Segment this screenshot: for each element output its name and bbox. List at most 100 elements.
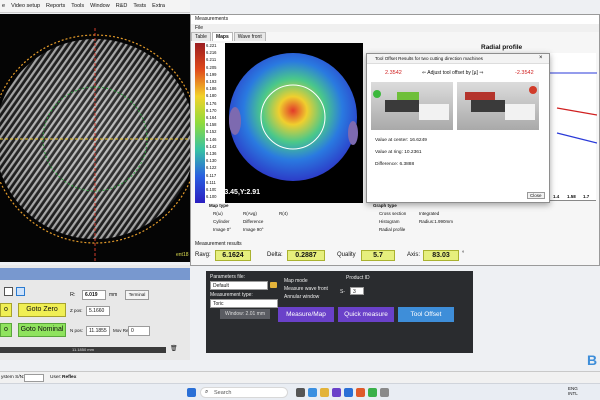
position-slider[interactable]: 11.1850 mm [0, 347, 166, 353]
measurement-type-select[interactable]: Toric [210, 299, 278, 308]
tab-maps[interactable]: Maps [211, 32, 233, 41]
camera-view[interactable] [0, 14, 190, 262]
n-pos-field[interactable]: 11.1855 [86, 326, 110, 336]
folder-icon[interactable] [270, 282, 277, 288]
graph-type-group: Graph type Cross section Histogram Radia… [373, 203, 458, 239]
office-icon[interactable] [356, 388, 365, 397]
mov-rel-field[interactable]: 0 [128, 326, 150, 336]
color-scale-label: 6.142 [206, 143, 217, 149]
menu-item-tools[interactable]: Tools [71, 3, 84, 9]
color-scale-label: 6.117 [206, 172, 217, 178]
graph-type-label: Graph type [373, 203, 397, 208]
tab-table[interactable]: Table [191, 32, 211, 41]
color-scale-label: 6.146 [206, 136, 217, 142]
color-scale-label: 6.158 [206, 122, 217, 128]
menu-item-tests[interactable]: Tests [133, 3, 146, 9]
radio-histogram[interactable]: Histogram [379, 219, 400, 224]
panel-header [0, 268, 190, 280]
terminal-button[interactable]: Terminal [125, 290, 149, 300]
measure-map-button[interactable]: Measure/Map [278, 307, 334, 322]
tab-wave-front[interactable]: Wave front [233, 32, 266, 41]
system-sn-field[interactable] [24, 374, 44, 382]
status-bar: ystem S/N: User: Reflex [0, 371, 600, 383]
measure-wave-front-checkbox[interactable]: Measure wave front [284, 286, 328, 292]
color-scale-label: 6.136 [206, 151, 217, 156]
radio-cross-section[interactable]: Cross section [379, 211, 406, 216]
radio-image-0[interactable]: Image 0° [213, 227, 231, 232]
radio-difference[interactable]: Difference [243, 219, 263, 224]
color-scale-label: 6.170 [206, 107, 217, 113]
radial-tick-3: 1.7 [583, 194, 590, 199]
task-view-icon[interactable] [296, 388, 305, 397]
window-label: Window: 2.01 mm [220, 309, 270, 319]
color-scale-label: 6.122 [206, 165, 217, 171]
shield-icon[interactable] [4, 287, 13, 296]
r-value-field[interactable]: 6.019 [82, 290, 106, 300]
color-scale-labels: 6.221 6.216 6.211 6.205 6.199 6.193 6.186 6.180… [195, 43, 225, 203]
menu-item-window[interactable]: Window [90, 3, 110, 9]
quick-measure-button[interactable]: Quick measure [338, 307, 394, 322]
menu-item-file[interactable]: e [2, 3, 5, 9]
language-indicator[interactable]: ENG INTL [568, 386, 578, 396]
z-pos-field[interactable]: 5.1660 [86, 306, 110, 316]
radio-r-omega[interactable]: R(ω) [213, 211, 223, 216]
color-scale-label: 6.199 [206, 71, 217, 77]
radial-tick-1: 1.4 [553, 194, 560, 199]
radio-cylinder[interactable]: Cylinder [213, 219, 230, 224]
search-box[interactable]: ⌕ Search [200, 387, 288, 398]
params-file-label: Parameters file: [210, 274, 246, 280]
close-icon[interactable]: × [539, 55, 543, 61]
file-menu[interactable]: File [191, 24, 599, 32]
app-window: e Video setup Reports Tools Window R&D T… [0, 0, 600, 383]
ravg-label: Ravg: [195, 252, 211, 258]
start-icon[interactable] [187, 388, 196, 397]
right-machine-image [457, 82, 539, 130]
radius-label: Radius:1.990mm [419, 219, 454, 224]
params-file-select[interactable]: Default [210, 281, 268, 290]
store-icon[interactable] [344, 388, 353, 397]
product-id-field[interactable]: 3 [350, 287, 364, 295]
measurement-results: Measurement results Ravg: 6.1624 Delta: … [195, 241, 595, 263]
measurement-type-label: Measurement type: [210, 292, 253, 298]
taskbar: ⌕ Search ENG INTL [0, 383, 600, 400]
trash-icon[interactable]: 🗑 [170, 346, 178, 353]
map-type-label: Map type [209, 203, 229, 208]
left-offset-value: 2.3542 [385, 70, 402, 76]
tool-offset-button[interactable]: Tool Offset [398, 307, 454, 322]
search-icon: ⌕ [205, 389, 209, 395]
color-scale-label: 6.111 [206, 179, 216, 185]
close-button[interactable]: Close [527, 192, 545, 199]
radio-r-4[interactable]: R(4) [279, 211, 288, 216]
color-scale-label: 6.216 [206, 50, 217, 56]
teams-icon[interactable] [368, 388, 377, 397]
ravg-value: 6.1624 [215, 250, 251, 261]
map-coordinates: X:-3.45,Y:2.91 [215, 189, 261, 196]
explorer-icon[interactable] [320, 388, 329, 397]
annular-window-checkbox[interactable]: Annular window [284, 294, 319, 300]
map-area[interactable]: 6.221 6.216 6.211 6.205 6.199 6.193 6.186 6.180… [195, 43, 363, 203]
quality-label: Quality [337, 252, 356, 258]
app-icon[interactable] [332, 388, 341, 397]
goto-zero-button[interactable]: Goto Zero [18, 303, 66, 317]
menu-item-rd[interactable]: R&D [116, 3, 128, 9]
delta-label: Delta: [267, 252, 283, 258]
settings-icon[interactable] [380, 388, 389, 397]
radio-r-avg[interactable]: R(Avg) [243, 211, 257, 216]
menu-item-reports[interactable]: Reports [46, 3, 65, 9]
parameters-panel: Parameters file: Default Measurement typ… [206, 271, 473, 353]
delta-value: 0.2887 [287, 250, 325, 261]
axis-value: 83.03 [423, 250, 459, 261]
side-button-bottom[interactable]: o [0, 323, 12, 337]
map-mode-checkbox[interactable]: Map mode [284, 278, 308, 284]
color-scale-label: 6.164 [206, 115, 217, 120]
edge-icon[interactable] [308, 388, 317, 397]
radial-tick-2: 1.58 [567, 194, 576, 199]
radio-image-90[interactable]: Image 90° [243, 227, 264, 232]
toggle-view-icon[interactable] [16, 287, 25, 296]
menu-item-extra[interactable]: Extra [152, 3, 165, 9]
integrated-checkbox[interactable]: Integrated [419, 211, 439, 216]
goto-nominal-button[interactable]: Goto Nominal [18, 323, 66, 337]
side-button-top[interactable]: o [0, 303, 12, 317]
radio-radial-profile[interactable]: Radial profile [379, 227, 405, 232]
menu-item-video-setup[interactable]: Video setup [11, 3, 40, 9]
